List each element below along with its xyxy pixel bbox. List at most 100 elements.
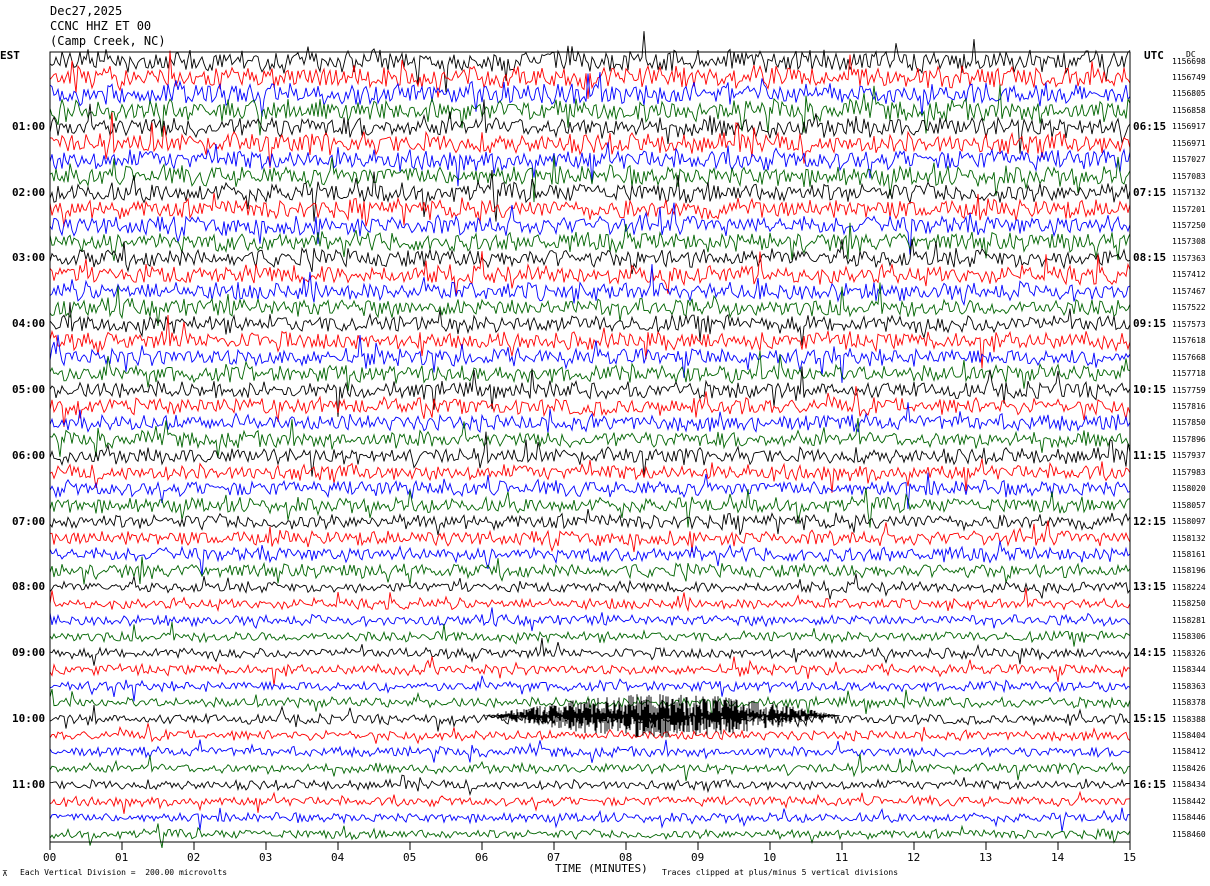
dc-offset-label: 1157896 — [1172, 434, 1206, 444]
x-tick-label: 14 — [1051, 851, 1065, 864]
est-hour-label: 10:00 — [12, 712, 46, 725]
trace-row-6 — [49, 142, 1131, 187]
trace-row-28 — [49, 509, 1131, 536]
trace-row-44 — [49, 774, 1131, 797]
est-hour-label: 01:00 — [12, 119, 46, 133]
dc-offset-label: 1158020 — [1172, 484, 1206, 494]
trace-row-47 — [49, 823, 1131, 848]
utc-hour-label: 12:15 — [1133, 514, 1167, 528]
dc-offset-label: 1157573 — [1172, 319, 1206, 329]
utc-hour-label: 15:15 — [1133, 712, 1167, 725]
trace-row-37 — [49, 656, 1131, 686]
utc-hour-label: 16:15 — [1133, 777, 1167, 791]
footer-mark: ⊼ — [2, 869, 8, 878]
x-tick-label: 03 — [259, 851, 273, 864]
est-hour-label: 08:00 — [12, 580, 46, 594]
trace-row-35 — [49, 622, 1131, 647]
utc-hour-label: 13:15 — [1133, 580, 1167, 594]
x-tick-label: 15 — [1123, 851, 1137, 864]
trace-row-33 — [49, 587, 1131, 613]
dc-offset-label: 1158426 — [1172, 763, 1206, 773]
trace-row-27 — [49, 487, 1131, 528]
dc-offset-label: 1158442 — [1172, 796, 1206, 806]
est-hour-label: 05:00 — [12, 383, 46, 396]
est-hour-label: 04:00 — [12, 317, 46, 331]
dc-offset-label: 1157618 — [1172, 336, 1206, 346]
dc-offset-label: 1156749 — [1172, 72, 1206, 82]
dc-offset-label: 1157522 — [1172, 303, 1206, 313]
dc-offset-label: 1158378 — [1172, 698, 1206, 708]
trace-row-23 — [49, 417, 1131, 458]
dc-offset-label: 1158196 — [1172, 566, 1206, 576]
x-tick-label: 10 — [763, 851, 777, 864]
helicorder-plot — [49, 31, 1131, 850]
dc-offset-label: 1158363 — [1172, 681, 1206, 691]
dc-offset-label: 1158281 — [1172, 615, 1206, 625]
trace-row-42 — [49, 739, 1131, 763]
est-hour-label: 06:00 — [12, 448, 46, 462]
est-hour-label: 09:00 — [12, 646, 46, 660]
dc-offset-label: 1158434 — [1172, 780, 1206, 790]
dc-offset-label: 1156971 — [1172, 138, 1206, 148]
est-hour-label: 07:00 — [12, 514, 46, 528]
trace-row-15 — [49, 282, 1131, 326]
utc-hour-label: 10:15 — [1133, 383, 1167, 396]
utc-hour-label: 08:15 — [1133, 251, 1167, 265]
dc-offset-label: 1158446 — [1172, 813, 1206, 823]
trace-row-20 — [49, 366, 1131, 417]
dc-offset-label: 1157363 — [1172, 253, 1206, 263]
dc-offset-label: 1158057 — [1172, 500, 1206, 510]
trace-row-38 — [49, 675, 1131, 702]
dc-offset-label: 1157201 — [1172, 204, 1206, 214]
x-tick-label: 04 — [331, 851, 345, 864]
trace-group — [49, 31, 1131, 848]
x-tick-label: 00 — [43, 851, 57, 864]
dc-offset-label: 1157083 — [1172, 171, 1206, 181]
dc-offset-label: 1158326 — [1172, 648, 1206, 658]
est-hour-label: 11:00 — [12, 777, 46, 791]
x-tick-label: 13 — [979, 851, 993, 864]
dc-offset-label: 1158460 — [1172, 829, 1206, 839]
dc-offset-label: 1156805 — [1172, 89, 1206, 99]
x-tick-label: 11 — [835, 851, 849, 864]
x-tick-group — [49, 842, 1131, 850]
dc-offset-label: 1158388 — [1172, 714, 1206, 724]
clip-text: Traces clipped at plus/minus 5 vertical … — [662, 868, 899, 877]
trace-row-45 — [49, 790, 1131, 814]
dc-offset-label: 1158412 — [1172, 747, 1206, 757]
dc-offset-label: 1157816 — [1172, 401, 1206, 411]
dc-offset-label: 1157668 — [1172, 352, 1206, 362]
event-burst — [482, 694, 842, 738]
trace-row-43 — [49, 753, 1131, 782]
x-tick-label: 06 — [475, 851, 489, 864]
est-hour-label: 02:00 — [12, 185, 46, 199]
x-tick-label: 09 — [691, 851, 705, 864]
est-hour-label: 03:00 — [12, 251, 46, 265]
trace-row-46 — [49, 807, 1131, 832]
dc-offset-label: 1157412 — [1172, 270, 1206, 280]
dc-offset-label: 1158344 — [1172, 665, 1206, 675]
dc-offset-label: 1158132 — [1172, 533, 1206, 543]
utc-hour-label: 11:15 — [1133, 448, 1167, 462]
trace-row-34 — [49, 607, 1131, 632]
trace-row-41 — [49, 723, 1131, 745]
dc-offset-label: 1158250 — [1172, 599, 1206, 609]
utc-hour-label: 06:15 — [1133, 119, 1167, 133]
trace-row-30 — [49, 540, 1131, 577]
utc-hour-label: 14:15 — [1133, 646, 1167, 660]
dc-offset-label: 1156917 — [1172, 122, 1206, 132]
x-axis-title: TIME (MINUTES) — [555, 862, 648, 875]
dc-offset-label: 1156858 — [1172, 105, 1206, 115]
dc-offset-label: 1156698 — [1172, 56, 1206, 66]
utc-hour-label: 09:15 — [1133, 317, 1167, 331]
trace-row-22 — [49, 402, 1131, 433]
event-burst-group — [482, 694, 842, 738]
dc-offset-label: 1157759 — [1172, 385, 1206, 395]
dc-offset-label: 1157850 — [1172, 418, 1206, 428]
dc-offset-label: 1157983 — [1172, 467, 1206, 477]
dc-offset-label: 1158306 — [1172, 632, 1206, 642]
x-tick-label: 01 — [115, 851, 129, 864]
dc-offset-label: 1157250 — [1172, 221, 1206, 230]
dc-offset-label: 1157027 — [1172, 155, 1206, 165]
dc-offset-label: 1158097 — [1172, 517, 1206, 527]
